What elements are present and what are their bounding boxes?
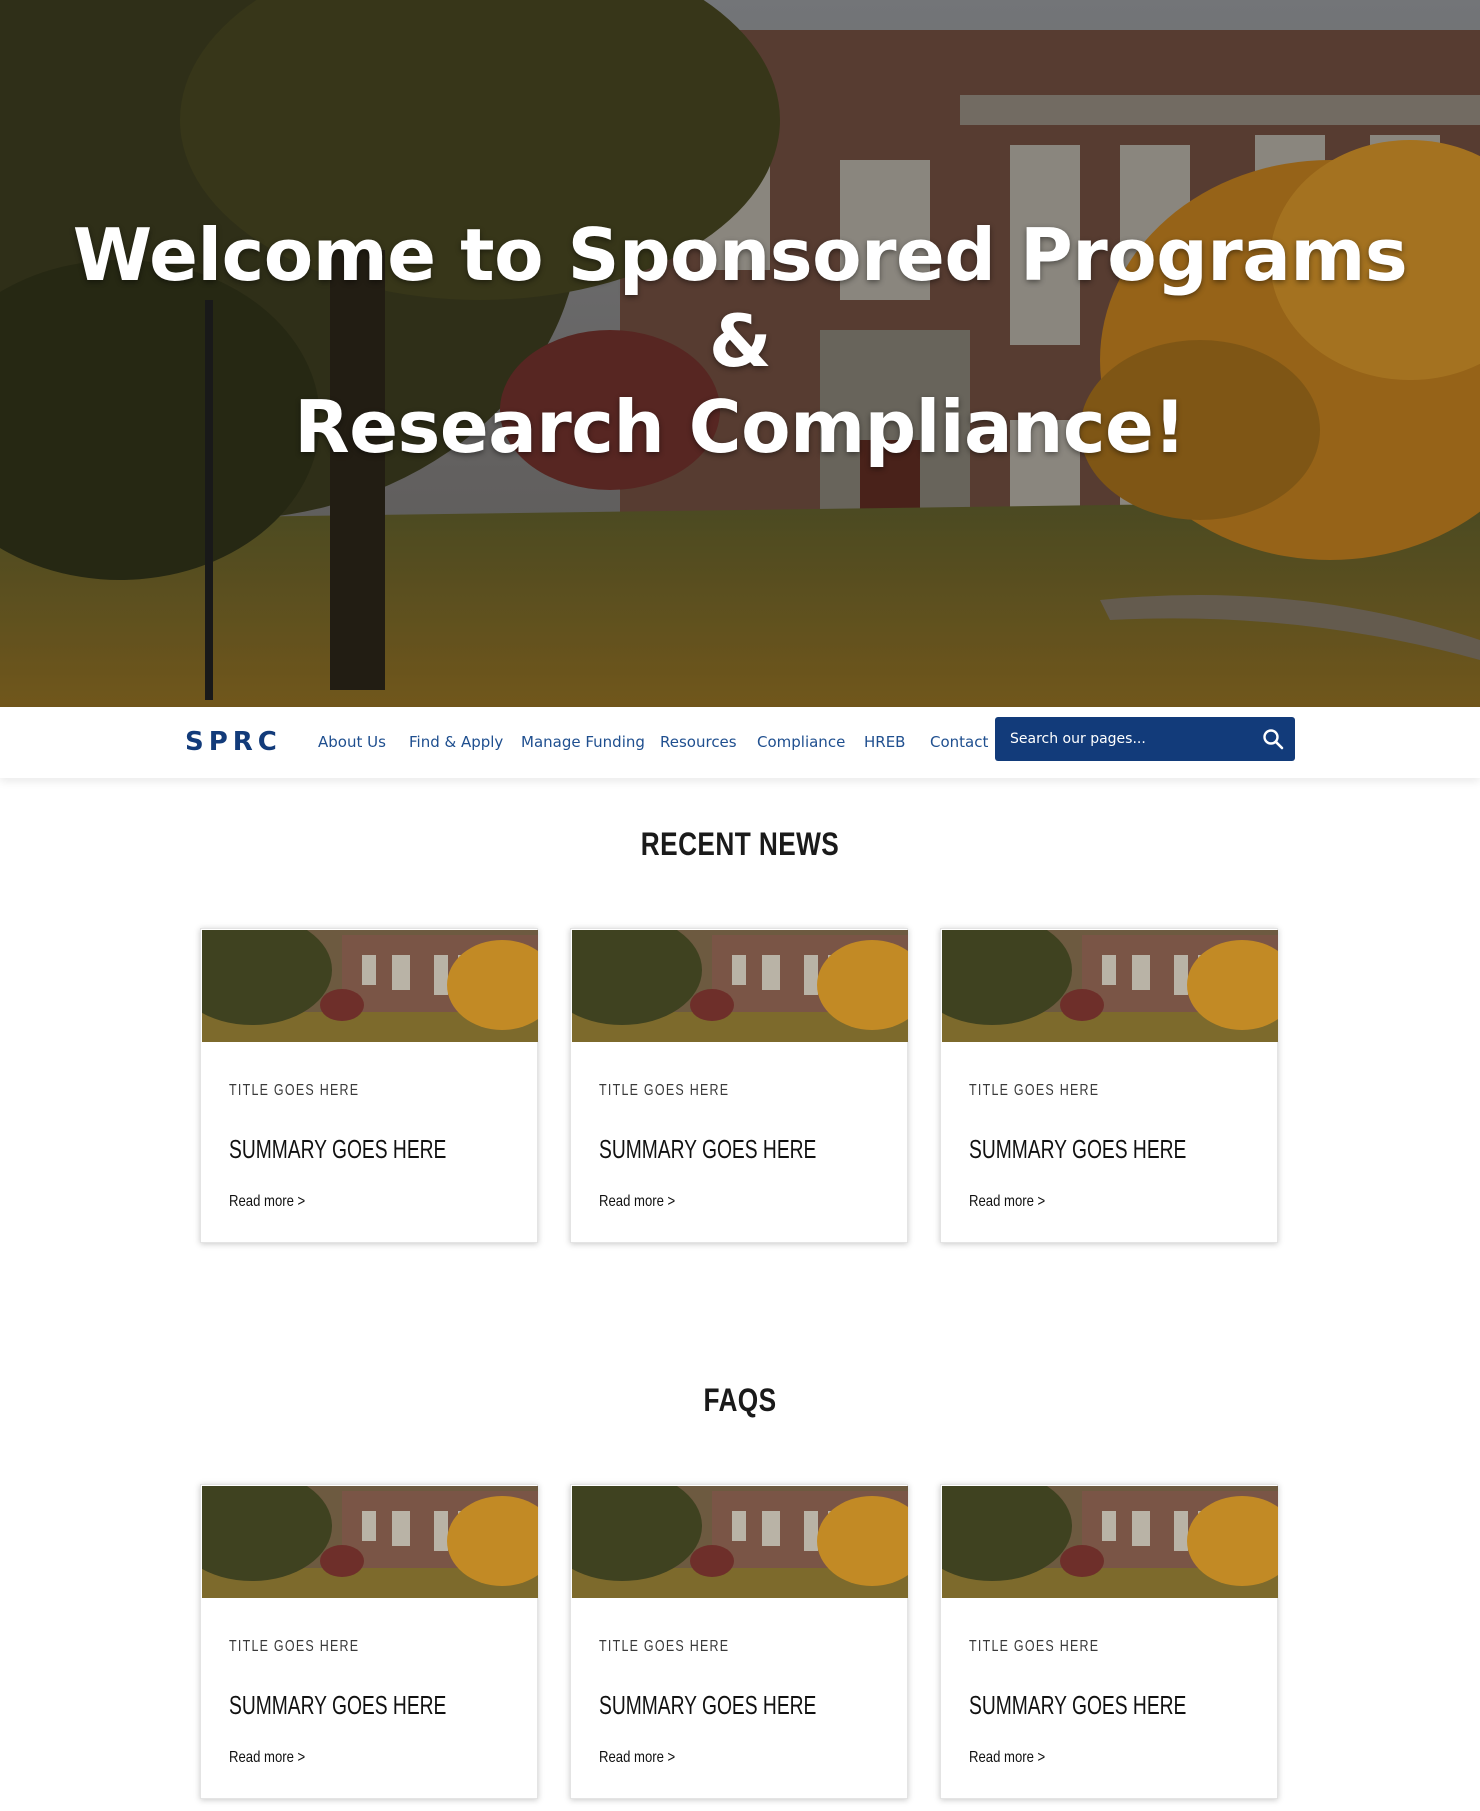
card-summary: SUMMARY GOES HERE [229, 1134, 447, 1164]
read-more-link[interactable]: Read more > [969, 1193, 1045, 1211]
card-title: TITLE GOES HERE [969, 1638, 1100, 1655]
nav-link-resources[interactable]: Resources [660, 733, 737, 751]
faq-card[interactable]: TITLE GOES HERE SUMMARY GOES HERE Read m… [570, 1484, 908, 1799]
hero-title-line-1: Welcome to Sponsored Programs [72, 213, 1408, 297]
read-more-link[interactable]: Read more > [599, 1749, 675, 1767]
card-summary: SUMMARY GOES HERE [229, 1690, 447, 1720]
hero-banner: Welcome to Sponsored Programs & Research… [0, 0, 1480, 707]
nav-link-about-us[interactable]: About Us [318, 733, 386, 751]
hero-title-line-2: & [708, 299, 772, 383]
read-more-link[interactable]: Read more > [969, 1749, 1045, 1767]
card-title: TITLE GOES HERE [969, 1082, 1100, 1099]
faqs-heading: FAQS [703, 1382, 777, 1418]
card-thumbnail [572, 930, 908, 1042]
card-title: TITLE GOES HERE [599, 1638, 730, 1655]
read-more-link[interactable]: Read more > [599, 1193, 675, 1211]
card-thumbnail [942, 1486, 1278, 1598]
search-icon[interactable] [1261, 727, 1285, 751]
faq-card[interactable]: TITLE GOES HERE SUMMARY GOES HERE Read m… [200, 1484, 538, 1799]
nav-link-manage-funding[interactable]: Manage Funding [521, 733, 645, 751]
card-summary: SUMMARY GOES HERE [599, 1690, 817, 1720]
card-summary: SUMMARY GOES HERE [599, 1134, 817, 1164]
hero-title: Welcome to Sponsored Programs & Research… [0, 212, 1480, 470]
news-card[interactable]: TITLE GOES HERE SUMMARY GOES HERE Read m… [940, 928, 1278, 1243]
nav-link-compliance[interactable]: Compliance [757, 733, 845, 751]
card-thumbnail [942, 930, 1278, 1042]
main-navigation: SPRC About Us Find & Apply Manage Fundin… [0, 707, 1480, 778]
news-card[interactable]: TITLE GOES HERE SUMMARY GOES HERE Read m… [570, 928, 908, 1243]
card-thumbnail [202, 930, 538, 1042]
search-input[interactable] [995, 717, 1245, 761]
card-summary: SUMMARY GOES HERE [969, 1134, 1187, 1164]
nav-link-contact[interactable]: Contact [930, 733, 988, 751]
read-more-link[interactable]: Read more > [229, 1749, 305, 1767]
nav-link-find-apply[interactable]: Find & Apply [409, 733, 503, 751]
hero-title-line-3: Research Compliance! [294, 385, 1186, 469]
card-title: TITLE GOES HERE [229, 1082, 360, 1099]
sprc-logo[interactable]: SPRC [185, 727, 282, 757]
nav-link-hreb[interactable]: HREB [864, 733, 905, 751]
card-thumbnail [202, 1486, 538, 1598]
card-title: TITLE GOES HERE [599, 1082, 730, 1099]
card-summary: SUMMARY GOES HERE [969, 1690, 1187, 1720]
read-more-link[interactable]: Read more > [229, 1193, 305, 1211]
card-thumbnail [572, 1486, 908, 1598]
search-box [995, 717, 1295, 761]
recent-news-heading: RECENT NEWS [640, 826, 840, 862]
card-title: TITLE GOES HERE [229, 1638, 360, 1655]
news-card[interactable]: TITLE GOES HERE SUMMARY GOES HERE Read m… [200, 928, 538, 1243]
faq-card[interactable]: TITLE GOES HERE SUMMARY GOES HERE Read m… [940, 1484, 1278, 1799]
